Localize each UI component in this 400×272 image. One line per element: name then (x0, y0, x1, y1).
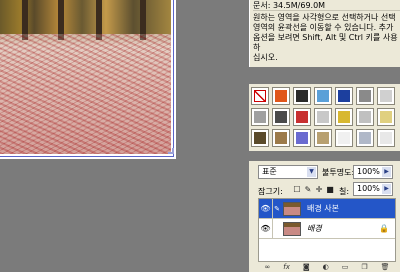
layers-list: 👁 ✎ 배경 사본 👁 배경 🔒 (258, 198, 396, 262)
style-swatch-icon (317, 90, 329, 102)
opacity-value: 100% (357, 167, 380, 176)
layer-row-copy[interactable]: 👁 ✎ 배경 사본 (259, 198, 395, 219)
style-swatch-icon (380, 111, 392, 123)
style-swatch[interactable] (314, 87, 332, 105)
layer-row-background[interactable]: 👁 배경 🔒 (259, 218, 395, 239)
style-swatch[interactable] (335, 87, 353, 105)
layer-name: 배경 (307, 224, 322, 233)
layer-thumbnail (283, 221, 301, 236)
style-swatch-icon (359, 111, 371, 123)
lock-brush-icon[interactable]: ✎ (304, 185, 312, 194)
style-swatch[interactable] (293, 87, 311, 105)
style-swatch[interactable] (377, 129, 395, 147)
style-swatch[interactable] (377, 108, 395, 126)
style-swatch-icon (296, 111, 308, 123)
style-swatch[interactable] (377, 87, 395, 105)
lock-move-icon[interactable]: ✛ (315, 185, 323, 194)
fill-input[interactable]: 100% ▶ (353, 182, 393, 196)
style-swatch-icon (275, 111, 287, 123)
style-swatch-icon (338, 132, 350, 144)
style-swatch[interactable] (272, 129, 290, 147)
style-swatch[interactable] (293, 129, 311, 147)
style-swatch[interactable] (356, 129, 374, 147)
layer-name: 배경 사본 (307, 204, 339, 213)
layers-toolbar: ∞ fx ◙ ◐ ▭ ❐ 🗑 (258, 262, 396, 272)
layers-panel: 표준 ▼ 불투명도: 100% ▶ 잠그기: ☐ ✎ ✛ ■ 칠: 100% ▶… (249, 161, 400, 272)
trash-icon[interactable]: 🗑 (381, 263, 390, 271)
document-size-readout: 문서: 34.5M/69.0M (253, 0, 400, 11)
style-swatch[interactable] (251, 108, 269, 126)
chevron-right-icon[interactable]: ▶ (382, 184, 391, 194)
styles-panel (249, 84, 400, 151)
style-swatch-icon (317, 132, 329, 144)
style-swatch[interactable] (272, 87, 290, 105)
style-swatch[interactable] (251, 129, 269, 147)
lock-options: ☐ ✎ ✛ ■ (293, 185, 334, 194)
mask-icon[interactable]: ◙ (303, 263, 310, 271)
style-swatch[interactable] (314, 129, 332, 147)
style-swatch-icon (380, 90, 392, 102)
lock-icon: 🔒 (379, 224, 389, 233)
style-swatch[interactable] (314, 108, 332, 126)
brush-icon: ✎ (274, 204, 280, 213)
new-layer-icon[interactable]: ❐ (361, 263, 367, 271)
link-icon[interactable]: ∞ (264, 263, 270, 271)
lock-transparency-icon[interactable]: ☐ (293, 185, 301, 194)
fill-value: 100% (357, 184, 380, 193)
chevron-right-icon[interactable]: ▶ (382, 167, 391, 177)
style-swatch-icon (275, 90, 287, 102)
layer-thumbnail (283, 201, 301, 216)
resize-grip[interactable] (168, 148, 174, 154)
none-style-icon (254, 90, 266, 102)
adjustment-icon[interactable]: ◐ (323, 263, 329, 271)
style-swatch-icon (338, 90, 350, 102)
info-panel: 문서: 34.5M/69.0M 원하는 영역을 사각형으로 선택하거나 선택 영… (249, 0, 400, 67)
eye-icon[interactable]: 👁 (259, 198, 273, 219)
style-swatch-icon (317, 111, 329, 123)
style-swatch-icon (296, 90, 308, 102)
style-swatch-icon (275, 132, 287, 144)
fill-label: 칠: (339, 187, 350, 196)
lock-all-icon[interactable]: ■ (326, 185, 334, 194)
style-swatch-icon (254, 111, 266, 123)
chevron-down-icon[interactable]: ▼ (307, 167, 316, 177)
style-swatch[interactable] (251, 87, 269, 105)
opacity-label: 불투명도: (322, 168, 355, 177)
lock-label: 잠그기: (258, 187, 283, 196)
document-canvas[interactable] (0, 0, 176, 159)
style-swatch-icon (359, 90, 371, 102)
style-swatch[interactable] (335, 108, 353, 126)
group-icon[interactable]: ▭ (342, 263, 349, 271)
style-swatch[interactable] (356, 87, 374, 105)
style-swatch-icon (296, 132, 308, 144)
style-swatch[interactable] (272, 108, 290, 126)
blend-mode-value: 표준 (262, 167, 277, 176)
tool-help-text: 원하는 영역을 사각형으로 선택하거나 선택 영역의 윤곽선을 이동할 수 있습… (253, 13, 398, 62)
style-swatch[interactable] (356, 108, 374, 126)
canvas-border (0, 0, 174, 157)
blend-mode-select[interactable]: 표준 ▼ (258, 165, 318, 179)
style-swatch[interactable] (293, 108, 311, 126)
style-swatch-icon (254, 132, 266, 144)
eye-icon[interactable]: 👁 (259, 218, 273, 239)
fx-icon[interactable]: fx (283, 263, 290, 271)
style-swatch-grid (251, 87, 395, 147)
style-swatch-icon (338, 111, 350, 123)
style-swatch[interactable] (335, 129, 353, 147)
style-swatch-icon (359, 132, 371, 144)
opacity-input[interactable]: 100% ▶ (353, 165, 393, 179)
style-swatch-icon (380, 132, 392, 144)
